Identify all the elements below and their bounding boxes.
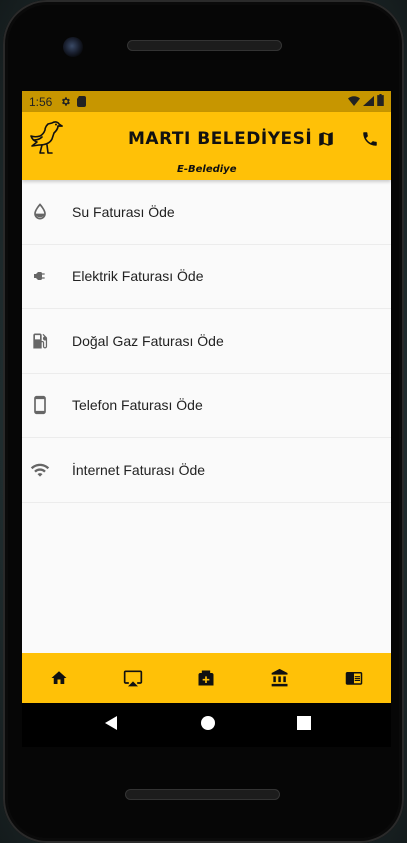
nav-news[interactable] — [317, 653, 391, 703]
list-item-natural-gas[interactable]: Doğal Gaz Faturası Öde — [22, 309, 391, 374]
news-icon — [345, 672, 363, 685]
list-item-label: Doğal Gaz Faturası Öde — [72, 332, 224, 349]
nav-home[interactable] — [22, 653, 96, 703]
map-icon — [319, 132, 333, 146]
app-subtitle: E-Belediye — [177, 164, 237, 175]
home-circle-icon — [200, 715, 215, 730]
power-plug-icon — [22, 266, 72, 286]
water-drop-icon — [22, 202, 72, 222]
scene: 1:56 MARTI BELEDİYESİ E-Belediye Su Fatu… — [0, 0, 407, 843]
system-navigation-bar — [22, 703, 391, 747]
back-icon — [104, 715, 117, 730]
seagull-logo — [28, 117, 66, 157]
bottom-navigation — [22, 653, 391, 703]
earpiece-speaker — [127, 40, 282, 51]
phone-icon — [363, 132, 377, 146]
smartphone-icon — [22, 395, 72, 415]
home-button[interactable] — [200, 715, 216, 736]
list-item-phone[interactable]: Telefon Faturası Öde — [22, 374, 391, 438]
hospital-icon — [198, 670, 214, 686]
list-item-label: Elektrik Faturası Öde — [72, 268, 204, 285]
map-button[interactable] — [314, 127, 338, 151]
recents-button[interactable] — [296, 715, 311, 735]
list-item-label: Telefon Faturası Öde — [72, 397, 203, 414]
app-bar: MARTI BELEDİYESİ E-Belediye — [22, 112, 391, 180]
list-item-internet[interactable]: İnternet Faturası Öde — [22, 438, 391, 503]
list-item-label: Su Faturası Öde — [72, 203, 175, 220]
recents-icon — [296, 715, 311, 730]
cell-signal-icon — [363, 95, 374, 109]
phone-frame: 1:56 MARTI BELEDİYESİ E-Belediye Su Fatu… — [3, 0, 404, 843]
bottom-speaker — [125, 789, 280, 800]
wifi-signal-icon — [348, 95, 360, 109]
home-icon — [51, 671, 67, 684]
list-item-label: İnternet Faturası Öde — [72, 461, 206, 478]
battery-icon — [377, 94, 384, 109]
status-time: 1:56 — [29, 94, 53, 109]
gas-station-icon — [22, 331, 72, 351]
airplay-icon — [123, 670, 142, 687]
service-list: Su Faturası Öde Elektrik Faturası Öde Do… — [22, 180, 391, 503]
nav-airplay[interactable] — [96, 653, 170, 703]
screen: 1:56 MARTI BELEDİYESİ E-Belediye Su Fatu… — [22, 91, 391, 703]
status-bar: 1:56 — [22, 91, 391, 112]
camera-icon — [63, 37, 83, 57]
sd-card-icon — [77, 96, 87, 107]
list-item-water[interactable]: Su Faturası Öde — [22, 180, 391, 245]
call-button[interactable] — [358, 127, 382, 151]
back-button[interactable] — [103, 715, 119, 736]
nav-hospital[interactable] — [170, 653, 244, 703]
bank-icon — [271, 668, 288, 687]
nav-bank[interactable] — [243, 653, 317, 703]
wifi-icon — [22, 460, 72, 480]
app-title: MARTI BELEDİYESİ — [128, 129, 313, 149]
list-item-electricity[interactable]: Elektrik Faturası Öde — [22, 245, 391, 309]
settings-icon — [60, 96, 71, 107]
